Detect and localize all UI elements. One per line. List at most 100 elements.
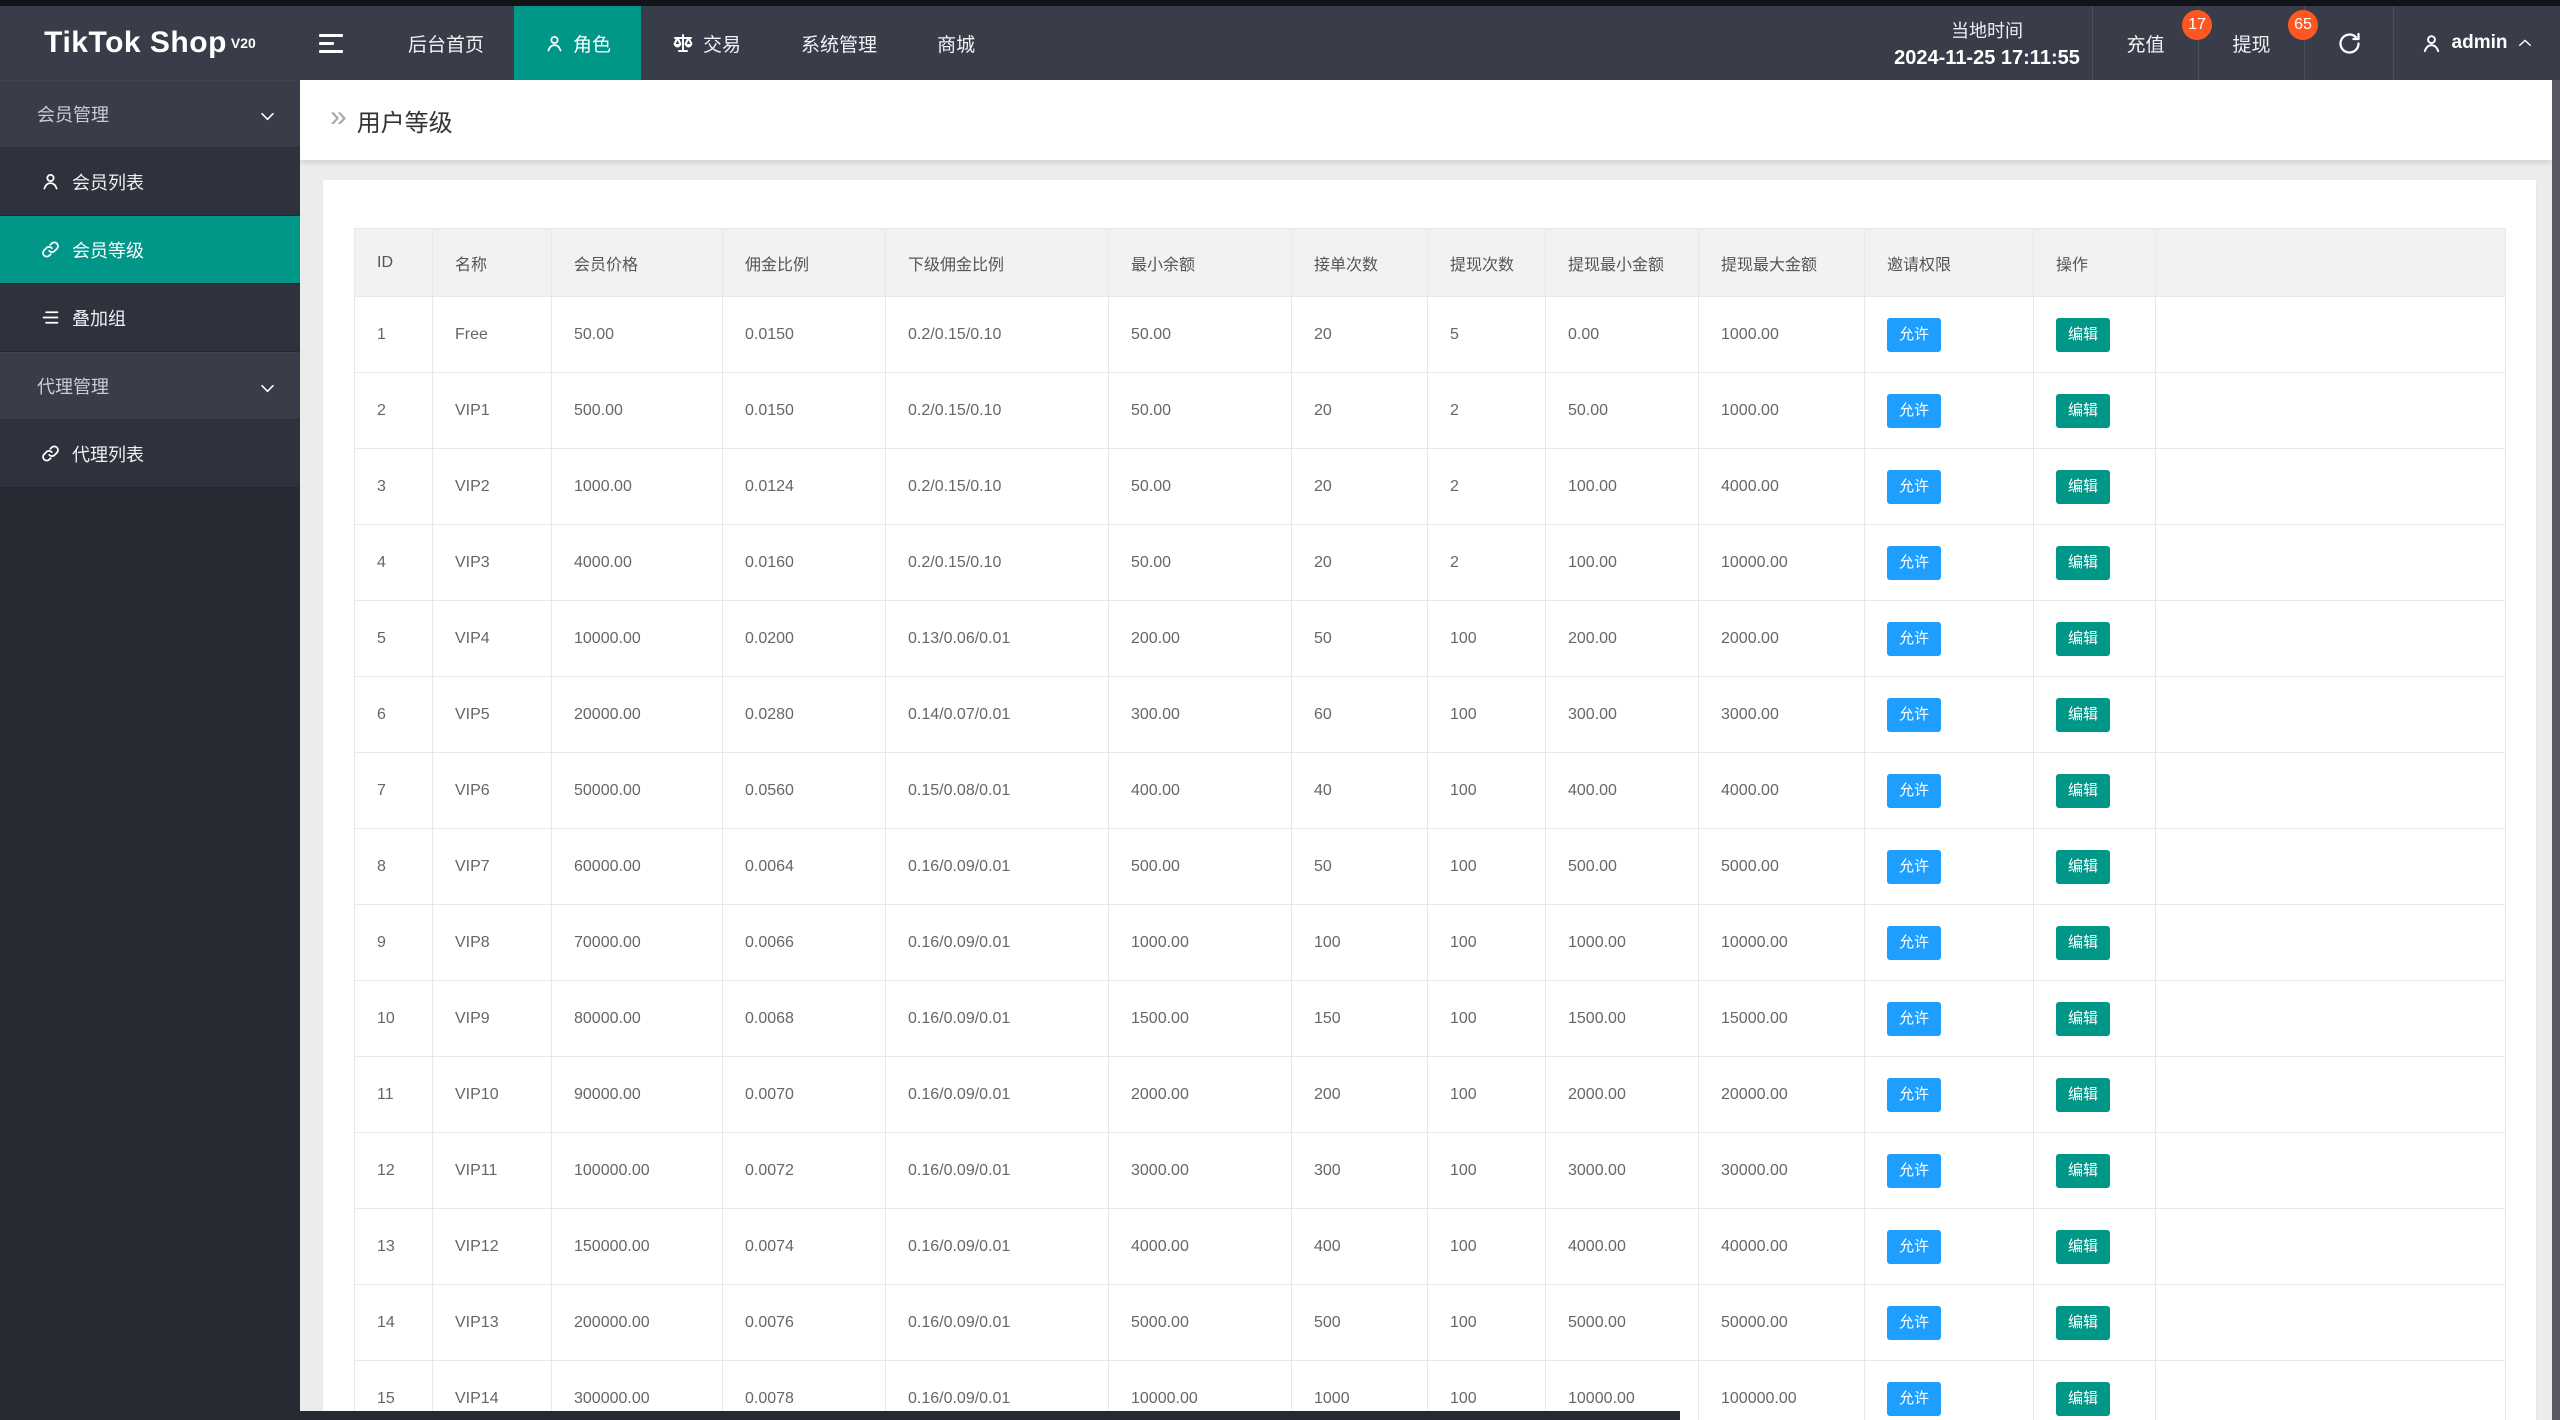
filler-cell <box>2155 372 2506 449</box>
sidebar-group-2[interactable]: 代理管理 <box>0 352 300 420</box>
allow-button[interactable]: 允许 <box>1887 697 1942 732</box>
invite-permission-cell: 允许 <box>1864 1284 2034 1361</box>
nav-label: 后台首页 <box>408 34 485 56</box>
allow-button[interactable]: 允许 <box>1887 925 1942 960</box>
table-cell: Free <box>432 296 552 373</box>
table-cell: 15000.00 <box>1698 980 1865 1057</box>
table-cell: 8 <box>354 828 433 905</box>
edit-button[interactable]: 编辑 <box>2056 317 2111 352</box>
action-cell: 编辑 <box>2033 296 2156 373</box>
allow-button[interactable]: 允许 <box>1887 1001 1942 1036</box>
table-cell: 9 <box>354 904 433 981</box>
sidebar-item-会员等级[interactable]: 会员等级 <box>0 216 300 284</box>
invite-permission-cell: 允许 <box>1864 448 2034 525</box>
edit-button[interactable]: 编辑 <box>2056 773 2111 808</box>
local-time-label: 当地时间 <box>1951 20 2023 41</box>
column-header: 最小余额 <box>1108 228 1292 297</box>
allow-button[interactable]: 允许 <box>1887 773 1942 808</box>
filler-cell <box>2155 1132 2506 1209</box>
allow-button[interactable]: 允许 <box>1887 621 1942 656</box>
edit-button[interactable]: 编辑 <box>2056 469 2111 504</box>
scales-icon <box>671 31 695 55</box>
allow-button[interactable]: 允许 <box>1887 317 1942 352</box>
allow-button[interactable]: 允许 <box>1887 469 1942 504</box>
action-cell: 编辑 <box>2033 1132 2156 1209</box>
table-cell: 5000.00 <box>1698 828 1865 905</box>
sidebar-item-叠加组[interactable]: 叠加组 <box>0 284 300 352</box>
table-cell: 2 <box>1427 372 1546 449</box>
allow-button[interactable]: 允许 <box>1887 1381 1942 1416</box>
allow-button[interactable]: 允许 <box>1887 1305 1942 1340</box>
table-cell: 1000.00 <box>1698 296 1865 373</box>
recharge-button[interactable]: 充值 17 <box>2093 6 2212 80</box>
table-cell: 14 <box>354 1284 433 1361</box>
sidebar: 会员管理会员列表 会员等级 叠加组 代理管理 代理列表 <box>0 80 300 1420</box>
allow-button[interactable]: 允许 <box>1887 545 1942 580</box>
edit-button[interactable]: 编辑 <box>2056 621 2111 656</box>
action-cell: 编辑 <box>2033 904 2156 981</box>
nav-label: 商城 <box>937 34 976 56</box>
table-cell: 0.0200 <box>722 600 886 677</box>
sidebar-group-label: 会员管理 <box>37 105 109 125</box>
table-cell: 5000.00 <box>1108 1284 1292 1361</box>
table-cell: 4000.00 <box>1545 1208 1699 1285</box>
table-cell: 0.15/0.08/0.01 <box>885 752 1109 829</box>
table-cell: 100 <box>1427 828 1546 905</box>
column-header: 佣金比例 <box>722 228 886 297</box>
table-cell: 0.0560 <box>722 752 886 829</box>
nav-item-4[interactable]: 系统管理 <box>771 6 907 80</box>
horizontal-scrollbar[interactable] <box>45 1411 1680 1420</box>
sidebar-group-1[interactable]: 会员管理 <box>0 80 300 148</box>
invite-permission-cell: 允许 <box>1864 676 2034 753</box>
table-cell: 1500.00 <box>1545 980 1699 1057</box>
table-cell: 0.0064 <box>722 828 886 905</box>
allow-button[interactable]: 允许 <box>1887 1153 1942 1188</box>
allow-button[interactable]: 允许 <box>1887 849 1942 884</box>
edit-button[interactable]: 编辑 <box>2056 545 2111 580</box>
edit-button[interactable]: 编辑 <box>2056 1001 2111 1036</box>
collapse-menu-icon[interactable] <box>300 6 362 80</box>
table-cell: 50.00 <box>1108 372 1292 449</box>
edit-button[interactable]: 编辑 <box>2056 849 2111 884</box>
action-cell: 编辑 <box>2033 1056 2156 1133</box>
allow-button[interactable]: 允许 <box>1887 1229 1942 1264</box>
edit-button[interactable]: 编辑 <box>2056 1229 2111 1264</box>
withdraw-button[interactable]: 提现 65 <box>2199 6 2318 80</box>
filler-cell <box>2155 904 2506 981</box>
refresh-button[interactable] <box>2305 6 2393 80</box>
filler-cell <box>2155 448 2506 525</box>
table-cell: 2000.00 <box>1108 1056 1292 1133</box>
filler-cell <box>2155 1360 2506 1420</box>
table-row: 10 VIP9 80000.00 0.0068 0.16/0.09/0.01 1500.0… <box>354 980 2506 1057</box>
table-cell: 20 <box>1291 372 1428 449</box>
edit-button[interactable]: 编辑 <box>2056 1153 2111 1188</box>
table-cell: 20000.00 <box>551 676 723 753</box>
table-cell: 500.00 <box>1108 828 1292 905</box>
column-header: 操作 <box>2033 228 2156 297</box>
edit-button[interactable]: 编辑 <box>2056 1305 2111 1340</box>
table-cell: 50.00 <box>551 296 723 373</box>
withdraw-label: 提现 <box>2232 34 2271 56</box>
nav-item-1[interactable]: 后台首页 <box>378 6 514 80</box>
filler-cell <box>2155 1208 2506 1285</box>
vertical-scrollbar[interactable] <box>2552 80 2560 1420</box>
edit-button[interactable]: 编辑 <box>2056 1381 2111 1416</box>
topbar-right: 当地时间 2024-11-25 17:11:55 充值 17 提现 65 adm… <box>1882 6 2560 80</box>
filler-cell <box>2155 600 2506 677</box>
user-menu[interactable]: admin <box>2394 6 2560 80</box>
recharge-badge: 17 <box>2182 10 2212 40</box>
nav-item-2[interactable]: 角色 <box>514 6 642 80</box>
edit-button[interactable]: 编辑 <box>2056 1077 2111 1112</box>
allow-button[interactable]: 允许 <box>1887 393 1942 428</box>
app-logo: TikTok Shop V20 <box>0 6 300 80</box>
nav-item-5[interactable]: 商城 <box>907 6 1005 80</box>
edit-button[interactable]: 编辑 <box>2056 925 2111 960</box>
allow-button[interactable]: 允许 <box>1887 1077 1942 1112</box>
nav-item-3[interactable]: 交易 <box>641 6 771 80</box>
sidebar-item-会员列表[interactable]: 会员列表 <box>0 148 300 216</box>
list-icon <box>40 307 61 328</box>
sidebar-item-代理列表[interactable]: 代理列表 <box>0 420 300 488</box>
edit-button[interactable]: 编辑 <box>2056 393 2111 428</box>
table-cell: 500.00 <box>551 372 723 449</box>
edit-button[interactable]: 编辑 <box>2056 697 2111 732</box>
